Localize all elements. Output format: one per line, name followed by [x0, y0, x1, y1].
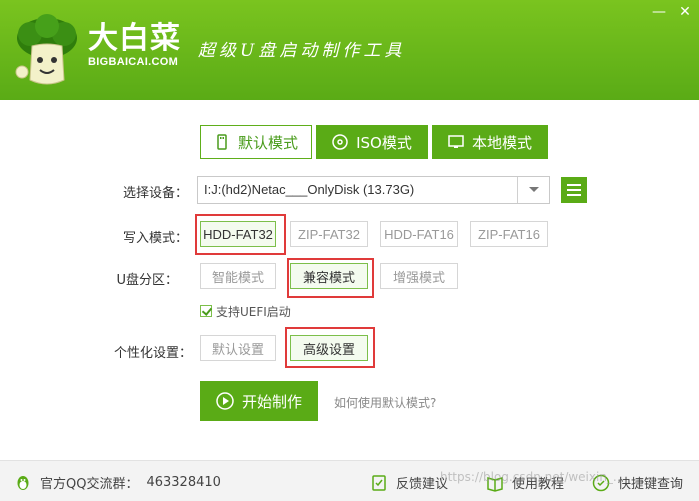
partition-option-enhanced[interactable]: 增强模式	[380, 263, 458, 289]
write-mode-label: 写入模式：	[122, 231, 188, 246]
tab-label: 本地模式	[471, 133, 532, 152]
help-link[interactable]: 如何使用默认模式?	[334, 394, 436, 411]
qq-number: 463328410	[146, 475, 221, 490]
play-icon	[216, 392, 234, 410]
hamburger-icon	[567, 184, 581, 186]
start-button-label: 开始制作	[241, 392, 302, 411]
minimize-button[interactable]: —	[648, 2, 670, 24]
tab-iso-mode[interactable]: ISO模式	[316, 125, 428, 159]
start-button[interactable]: 开始制作	[200, 381, 318, 421]
tab-local-mode[interactable]: 本地模式	[432, 125, 548, 159]
close-button[interactable]: ✕	[674, 2, 696, 24]
brand-name-en: BIGBAICAI.COM	[88, 56, 179, 68]
tutorial-link[interactable]: 使用教程	[486, 473, 564, 492]
tab-label: 默认模式	[237, 133, 298, 152]
shortcut-link[interactable]: 快捷键查询	[592, 473, 683, 492]
brand: 大白菜 BIGBAICAI.COM	[88, 21, 181, 69]
qq-penguin-icon	[17, 475, 29, 490]
slogan: 超级U盘启动制作工具	[198, 41, 406, 61]
device-select[interactable]: I:J:(hd2)Netac___OnlyDisk (13.73G)	[197, 176, 550, 204]
personalize-option-default[interactable]: 默认设置	[200, 335, 276, 361]
write-mode-option-hdd-fat32[interactable]: HDD-FAT32	[200, 221, 276, 247]
device-label: 选择设备：	[122, 186, 188, 201]
app-header: 大白菜 BIGBAICAI.COM 超级U盘启动制作工具 — ✕	[0, 0, 699, 100]
usb-icon	[217, 134, 227, 150]
tutorial-label: 使用教程	[512, 477, 565, 492]
device-value: I:J:(hd2)Netac___OnlyDisk (13.73G)	[204, 182, 415, 197]
feedback-link[interactable]: 反馈建议	[370, 473, 448, 492]
book-icon	[487, 476, 503, 492]
write-mode-option-zip-fat16[interactable]: ZIP-FAT16	[470, 221, 548, 247]
write-mode-option-hdd-fat16[interactable]: HDD-FAT16	[380, 221, 458, 247]
uefi-checkbox[interactable]	[200, 305, 212, 317]
dropdown-button[interactable]	[517, 177, 549, 203]
monitor-icon	[448, 135, 464, 148]
cabbage-mascot-icon	[15, 14, 77, 85]
footer: 官方QQ交流群： 463328410 反馈建议 使用教程 快捷键查询	[0, 460, 699, 501]
brand-name-cn: 大白菜	[88, 21, 181, 56]
qq-label: 官方QQ交流群：	[40, 477, 139, 492]
write-mode-option-zip-fat32[interactable]: ZIP-FAT32	[290, 221, 368, 247]
shortcut-label: 快捷键查询	[618, 477, 684, 492]
qq-group[interactable]: 官方QQ交流群： 463328410	[14, 473, 221, 492]
keyboard-icon	[592, 474, 610, 491]
feedback-icon	[372, 474, 386, 491]
device-menu-button[interactable]	[561, 177, 587, 203]
uefi-label: 支持UEFI启动	[216, 305, 291, 319]
partition-option-compatible[interactable]: 兼容模式	[290, 263, 368, 289]
partition-label: U盘分区：	[116, 273, 178, 288]
partition-option-smart[interactable]: 智能模式	[200, 263, 276, 289]
chevron-down-icon	[528, 187, 539, 192]
personalize-label: 个性化设置：	[113, 346, 192, 361]
disc-icon	[332, 134, 348, 150]
tab-label: ISO模式	[356, 133, 412, 152]
tab-default-mode[interactable]: 默认模式	[200, 125, 312, 159]
personalize-option-advanced[interactable]: 高级设置	[290, 335, 368, 361]
hamburger-line	[567, 189, 581, 191]
feedback-label: 反馈建议	[396, 477, 449, 492]
hamburger-line	[567, 194, 581, 196]
